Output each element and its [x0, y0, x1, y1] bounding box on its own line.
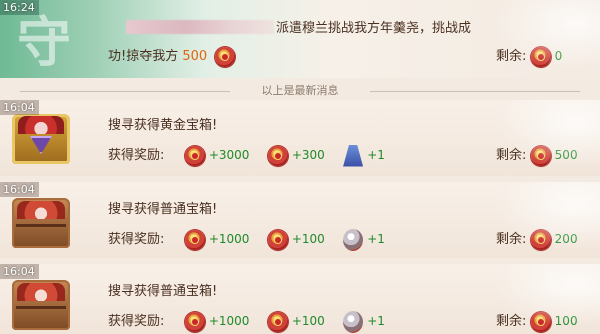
- remain-label: 剩余:: [496, 232, 527, 247]
- coin-icon: [530, 145, 551, 166]
- message-row-latest: 16:24 守 派遣穆兰挑战我方年羹尧，挑战成 功!掠夺我方 500 剩余: 0: [0, 0, 600, 78]
- message-result-line: 功!掠夺我方 500: [108, 45, 236, 67]
- message-time: 16:04: [0, 264, 39, 279]
- message-row: 16:04 搜寻获得黄金宝箱! 获得奖励: +3000 +300 +1 剩余: …: [0, 100, 600, 176]
- remain-label: 剩余:: [496, 148, 527, 163]
- remain-value: 500: [554, 148, 578, 162]
- remain-label: 剩余:: [496, 49, 527, 64]
- result-amount: 500: [182, 49, 208, 64]
- remain-label: 剩余:: [496, 314, 527, 329]
- reward-amount: +100: [291, 314, 325, 328]
- coin-icon: [530, 46, 551, 67]
- remain-group: 剩余: 100: [496, 310, 578, 332]
- remain-group: 剩余: 200: [496, 228, 578, 250]
- reward-amount: +1: [367, 148, 385, 162]
- remain-group: 剩余: 500: [496, 144, 578, 166]
- coin-icon: [267, 311, 288, 332]
- reward-amount: +300: [291, 148, 325, 162]
- coin-icon: [530, 311, 551, 332]
- reward-amount: +1000: [208, 314, 250, 328]
- gold-chest-icon: [12, 114, 70, 164]
- message-title: 搜寻获得黄金宝箱!: [108, 118, 218, 133]
- coin-icon: [215, 46, 236, 67]
- message-time: 16:24: [0, 0, 39, 15]
- message-time: 16:04: [0, 182, 39, 197]
- reward-line: 获得奖励: +1000 +100 +1: [108, 228, 385, 251]
- message-title: 搜寻获得普通宝箱!: [108, 284, 218, 299]
- treasure-chest-icon: [12, 280, 70, 330]
- remain-group: 剩余: 0: [496, 45, 562, 67]
- message-title: 搜寻获得普通宝箱!: [108, 202, 218, 217]
- cape-icon: [343, 144, 364, 167]
- reward-label: 获得奖励:: [108, 314, 165, 329]
- message-text: 派遣穆兰挑战我方年羹尧，挑战成: [276, 21, 472, 36]
- remain-value: 100: [554, 314, 578, 328]
- reward-amount: +3000: [208, 148, 250, 162]
- message-row: 16:04 搜寻获得普通宝箱! 获得奖励: +1000 +100 +1 剩余: …: [0, 182, 600, 258]
- reward-label: 获得奖励:: [108, 232, 165, 247]
- reward-line: 获得奖励: +3000 +300 +1: [108, 144, 385, 167]
- message-text-line: 派遣穆兰挑战我方年羹尧，挑战成: [126, 17, 471, 36]
- coin-icon: [530, 229, 551, 250]
- reward-amount: +1: [367, 314, 385, 328]
- coin-icon: [184, 229, 205, 250]
- message-row: 16:04 搜寻获得普通宝箱! 获得奖励: +1000 +100 +1 剩余: …: [0, 264, 600, 334]
- orb-icon: [343, 228, 364, 251]
- coin-icon: [267, 145, 288, 166]
- coin-icon: [184, 145, 205, 166]
- reward-label: 获得奖励:: [108, 148, 165, 163]
- coin-icon: [267, 229, 288, 250]
- blurred-player-name: [126, 20, 274, 34]
- coin-icon: [184, 311, 205, 332]
- remain-value: 200: [554, 232, 578, 246]
- remain-value: 0: [554, 49, 563, 63]
- reward-amount: +1000: [208, 232, 250, 246]
- orb-icon: [343, 310, 364, 333]
- result-text: 功!掠夺我方: [108, 49, 179, 64]
- reward-line: 获得奖励: +1000 +100 +1: [108, 310, 385, 333]
- message-time: 16:04: [0, 100, 39, 115]
- seal-character: 守: [17, 10, 71, 74]
- reward-amount: +1: [367, 232, 385, 246]
- reward-amount: +100: [291, 232, 325, 246]
- latest-messages-divider: 以上是最新消息: [0, 84, 600, 98]
- treasure-chest-icon: [12, 198, 70, 248]
